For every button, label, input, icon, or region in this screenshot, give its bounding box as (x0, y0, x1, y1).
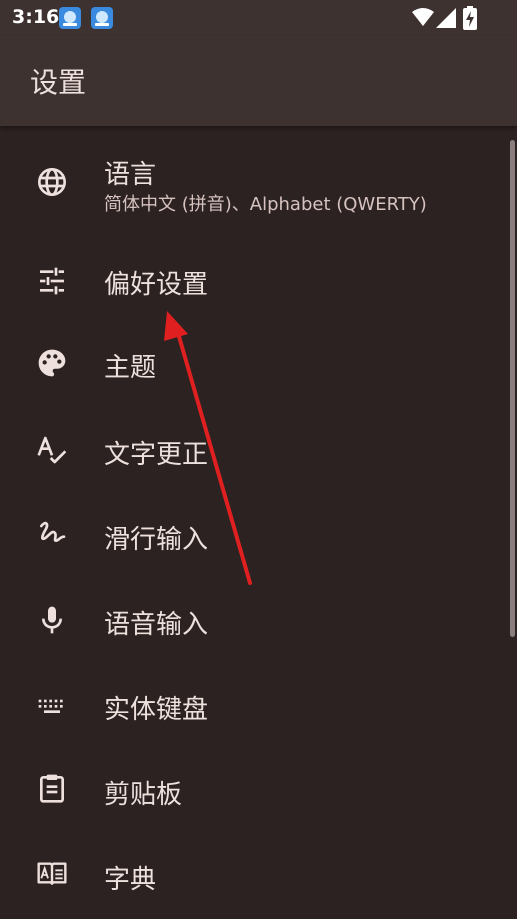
settings-item-title: 剪贴板 (104, 780, 183, 810)
settings-item-voice-input[interactable]: 语音输入 (0, 578, 510, 663)
wifi-icon (412, 8, 434, 26)
settings-item-subtitle: 简体中文 (拼音)、Alphabet (QWERTY) (104, 194, 427, 215)
settings-item-preferences[interactable]: 偏好设置 (0, 238, 510, 323)
app-bar: 设置 (0, 36, 517, 126)
status-time: 3:16 (12, 6, 60, 28)
status-bar: 3:16 (0, 0, 517, 36)
settings-item-title: 滑行输入 (104, 525, 209, 555)
settings-item-language[interactable]: 语言 简体中文 (拼音)、Alphabet (QWERTY) (0, 126, 510, 238)
settings-item-title: 文字更正 (104, 440, 209, 470)
tune-icon (40, 267, 64, 295)
battery-charging-icon (463, 6, 477, 30)
settings-item-text-correction[interactable]: 文字更正 (0, 408, 510, 493)
dictionary-icon (37, 862, 67, 885)
settings-item-title: 字典 (104, 865, 157, 895)
settings-item-title: 语言 (104, 160, 157, 190)
page-title: 设置 (30, 66, 87, 99)
gesture-icon (40, 521, 66, 543)
settings-item-title: 语音输入 (104, 610, 209, 640)
settings-item-glide-typing[interactable]: 滑行输入 (0, 493, 510, 578)
mic-icon (42, 606, 62, 634)
spellcheck-icon (37, 436, 67, 464)
settings-item-title: 实体键盘 (104, 695, 209, 725)
settings-item-title: 偏好设置 (104, 270, 209, 300)
app-notification-icon (59, 7, 81, 29)
settings-item-title: 主题 (104, 353, 157, 383)
scrollbar[interactable] (510, 140, 515, 637)
palette-icon (38, 349, 66, 377)
globe-icon (38, 168, 66, 196)
clipboard-icon (40, 774, 64, 803)
settings-item-dictionary[interactable]: 字典 (0, 833, 510, 918)
settings-item-clipboard[interactable]: 剪贴板 (0, 748, 510, 833)
app-notification-icon (91, 7, 113, 29)
settings-item-theme[interactable]: 主题 (0, 323, 510, 408)
settings-item-physical-keyboard[interactable]: 实体键盘 (0, 663, 510, 748)
keyboard-icon (38, 699, 63, 713)
cell-signal-icon (436, 8, 456, 28)
